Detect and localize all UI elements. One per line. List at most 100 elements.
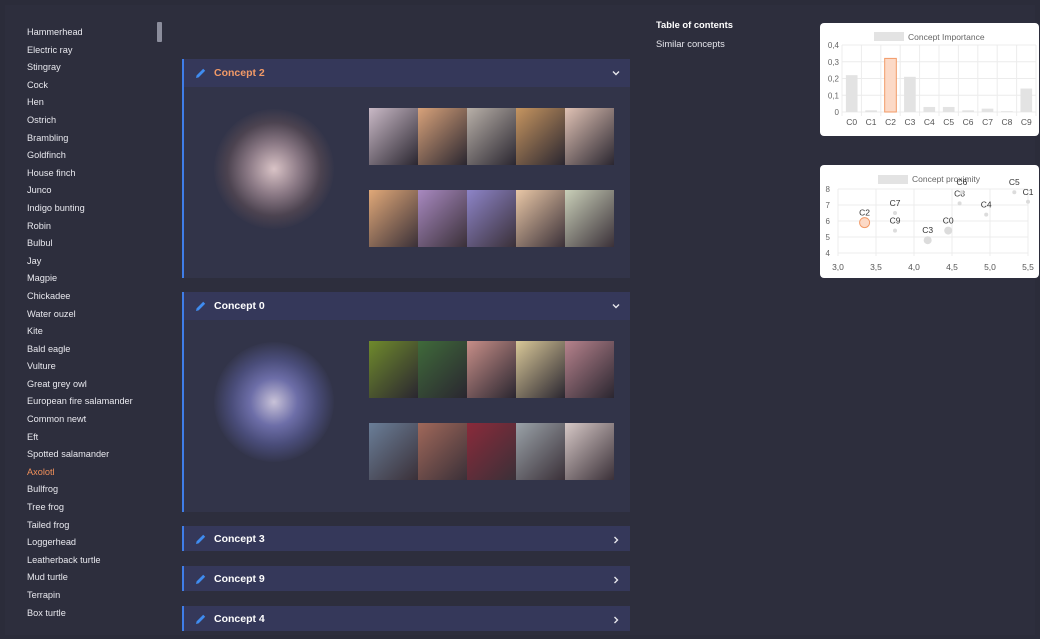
sidebar-item[interactable]: Great grey owl xyxy=(27,376,167,394)
point-c8[interactable] xyxy=(957,201,962,206)
point-c9[interactable] xyxy=(893,228,897,233)
example-image[interactable] xyxy=(467,341,516,398)
example-image[interactable] xyxy=(516,190,565,247)
example-image[interactable] xyxy=(565,341,614,398)
bar-c4[interactable] xyxy=(923,106,936,112)
example-image[interactable] xyxy=(418,423,467,480)
sidebar-item[interactable]: Mud turtle xyxy=(27,569,167,587)
sidebar-item[interactable]: Goldfinch xyxy=(27,147,167,165)
point-c6[interactable] xyxy=(959,190,964,195)
edit-icon[interactable] xyxy=(194,532,208,546)
chevron-right-icon[interactable] xyxy=(611,575,621,585)
point-label: C7 xyxy=(890,198,901,208)
y-tick-label: 4 xyxy=(826,249,831,258)
example-image[interactable] xyxy=(565,423,614,480)
sidebar-item[interactable]: Ostrich xyxy=(27,112,167,130)
edit-icon[interactable] xyxy=(194,612,208,626)
sidebar-scrollbar[interactable] xyxy=(157,22,162,42)
point-c4[interactable] xyxy=(984,212,989,217)
y-tick-label: 5 xyxy=(826,233,831,242)
bar-c6[interactable] xyxy=(962,110,974,112)
example-image[interactable] xyxy=(369,190,418,247)
edit-icon[interactable] xyxy=(194,299,208,313)
sidebar-item[interactable]: Tree frog xyxy=(27,499,167,517)
sidebar-item[interactable]: Terrapin xyxy=(27,587,167,605)
concept-panel-header[interactable]: Concept 3 xyxy=(184,526,630,551)
sidebar-item[interactable]: Kite xyxy=(27,323,167,341)
sidebar-item[interactable]: Eft xyxy=(27,429,167,447)
toc-link-similar-concepts[interactable]: Similar concepts xyxy=(656,38,733,49)
point-label: C1 xyxy=(1023,187,1034,197)
bar-c1[interactable] xyxy=(865,110,877,112)
example-image[interactable] xyxy=(418,190,467,247)
bar-c3[interactable] xyxy=(904,76,916,112)
sidebar-item[interactable]: Tailed frog xyxy=(27,517,167,535)
sidebar-item[interactable]: Axolotl xyxy=(27,464,167,482)
example-image[interactable] xyxy=(565,108,614,165)
sidebar-item[interactable]: Bullfrog xyxy=(27,481,167,499)
example-image[interactable] xyxy=(418,341,467,398)
sidebar-item[interactable]: Jay xyxy=(27,253,167,271)
example-image[interactable] xyxy=(418,108,467,165)
sidebar-item[interactable]: Bulbul xyxy=(27,235,167,253)
chevron-down-icon[interactable] xyxy=(611,68,621,78)
concept-panel-header[interactable]: Concept 4 xyxy=(184,606,630,631)
point-c2[interactable] xyxy=(859,217,871,229)
bar-c8[interactable] xyxy=(1001,111,1013,112)
example-image[interactable] xyxy=(516,423,565,480)
sidebar-item[interactable]: Hen xyxy=(27,94,167,112)
sidebar-item[interactable]: Leatherback turtle xyxy=(27,552,167,570)
sidebar-item[interactable]: House finch xyxy=(27,165,167,183)
sidebar-item[interactable]: Hammerhead xyxy=(27,24,167,42)
sidebar-item[interactable]: Brambling xyxy=(27,130,167,148)
bar-c2[interactable] xyxy=(884,57,897,113)
example-image[interactable] xyxy=(369,423,418,480)
bar-c9[interactable] xyxy=(1020,88,1033,112)
example-image[interactable] xyxy=(467,423,516,480)
point-c0[interactable] xyxy=(944,226,953,235)
sidebar-item[interactable]: Robin xyxy=(27,218,167,236)
bar-c5[interactable] xyxy=(942,106,955,112)
example-image[interactable] xyxy=(565,190,614,247)
edit-icon[interactable] xyxy=(194,572,208,586)
sidebar-item[interactable]: Indigo bunting xyxy=(27,200,167,218)
example-image[interactable] xyxy=(467,190,516,247)
bar-c7[interactable] xyxy=(981,108,994,112)
example-image[interactable] xyxy=(467,108,516,165)
example-image[interactable] xyxy=(369,108,418,165)
sidebar-item[interactable]: Common newt xyxy=(27,411,167,429)
sidebar-item[interactable]: Water ouzel xyxy=(27,306,167,324)
sidebar-item[interactable]: Chickadee xyxy=(27,288,167,306)
legend-swatch xyxy=(874,32,904,41)
x-tick-label: C3 xyxy=(904,117,915,127)
concept-panel-header[interactable]: Concept 0 xyxy=(184,292,630,320)
example-image[interactable] xyxy=(516,108,565,165)
point-c5[interactable] xyxy=(1012,190,1017,195)
sidebar-item[interactable]: Junco xyxy=(27,182,167,200)
edit-icon[interactable] xyxy=(194,66,208,80)
sidebar-item[interactable]: Box turtle xyxy=(27,605,167,623)
sidebar-item[interactable]: European fire salamander xyxy=(27,393,167,411)
point-c7[interactable] xyxy=(893,211,897,215)
sidebar-item[interactable]: Bald eagle xyxy=(27,341,167,359)
sidebar-item[interactable]: Cock xyxy=(27,77,167,95)
chevron-right-icon[interactable] xyxy=(611,535,621,545)
chevron-down-icon[interactable] xyxy=(611,301,621,311)
sidebar-item[interactable]: Magpie xyxy=(27,270,167,288)
concept-panel-header[interactable]: Concept 9 xyxy=(184,566,630,591)
concept-importance-card: Concept Importance 0 0,1 0,2 0,3 0,4 C0 C1 C2 C3 C… xyxy=(820,23,1039,136)
sidebar-item[interactable]: Spotted salamander xyxy=(27,446,167,464)
concept-panel-header[interactable]: Concept 2 xyxy=(184,59,630,87)
sidebar-item[interactable]: Stingray xyxy=(27,59,167,77)
chevron-right-icon[interactable] xyxy=(611,615,621,625)
point-c3[interactable] xyxy=(923,236,932,245)
sidebar-item[interactable]: Loggerhead xyxy=(27,534,167,552)
example-image[interactable] xyxy=(369,341,418,398)
bar-c0[interactable] xyxy=(845,75,858,112)
sidebar-item[interactable]: Electric ray xyxy=(27,42,167,60)
legend-label: Concept proximity xyxy=(912,174,981,184)
example-image[interactable] xyxy=(516,341,565,398)
y-tick-label: 0 xyxy=(835,108,840,117)
sidebar-item[interactable]: Vulture xyxy=(27,358,167,376)
point-c1[interactable] xyxy=(1026,199,1030,204)
